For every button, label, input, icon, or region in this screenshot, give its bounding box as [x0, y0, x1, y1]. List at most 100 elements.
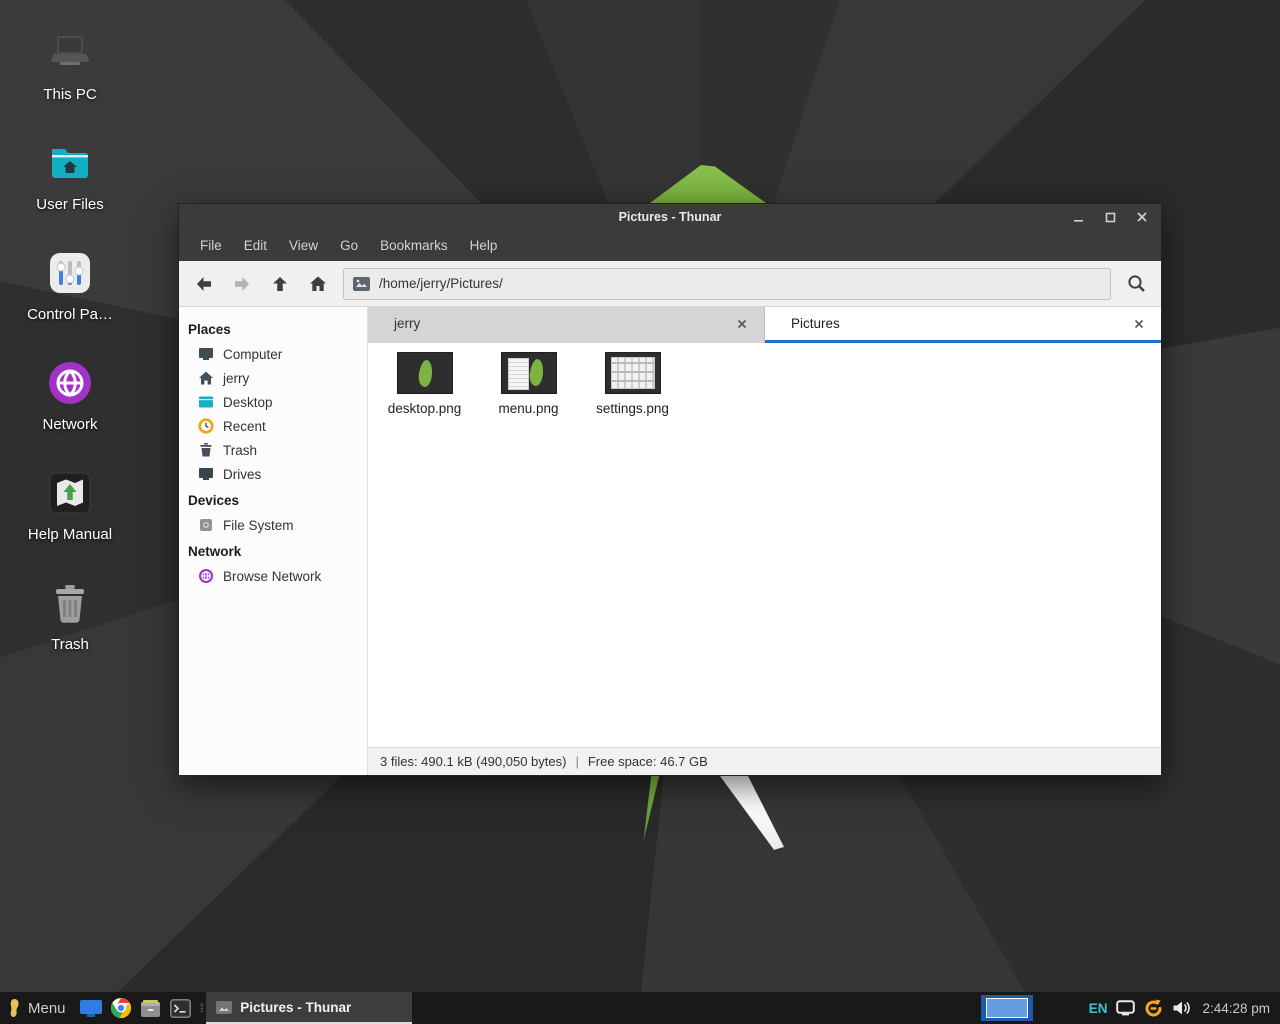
image-icon: [353, 277, 370, 291]
search-button[interactable]: [1117, 267, 1155, 301]
places-header: Places: [179, 315, 367, 342]
volume-icon[interactable]: [1172, 1000, 1190, 1016]
file-thumbnail: [605, 352, 661, 394]
desktop-icon-label: Help Manual: [14, 526, 126, 543]
forward-button[interactable]: [223, 267, 261, 301]
places-sidebar: Places Computer jerry Desktop Recent: [179, 307, 368, 775]
sidebar-item-label: Trash: [223, 443, 257, 458]
sidebar-item-recent[interactable]: Recent: [179, 414, 367, 438]
network-header: Network: [179, 537, 367, 564]
wallpaper-leaf-stem: [700, 776, 800, 918]
tab-pictures[interactable]: Pictures: [765, 307, 1161, 343]
desktop-icon-label: Network: [14, 416, 126, 433]
menu-edit[interactable]: Edit: [233, 233, 278, 258]
keyboard-layout-indicator[interactable]: EN: [1089, 1001, 1108, 1016]
browser-launcher[interactable]: [106, 992, 136, 1024]
back-button[interactable]: [185, 267, 223, 301]
path-bar[interactable]: /home/jerry/Pictures/: [343, 268, 1111, 300]
wallpaper-leaf-tip: [650, 165, 766, 203]
home-button[interactable]: [299, 267, 337, 301]
tasklist-handle: ⁞⁞: [196, 1001, 207, 1015]
file-thumbnail: [397, 352, 453, 394]
desktop-icon-control-panel[interactable]: Control Pa…: [14, 246, 126, 323]
status-bar: 3 files: 490.1 kB (490,050 bytes) | Free…: [368, 747, 1161, 775]
file-menu-png[interactable]: menu.png: [478, 352, 579, 416]
network-globe-icon: [14, 356, 126, 410]
sidebar-item-label: Computer: [223, 347, 282, 362]
tab-close-icon[interactable]: [733, 315, 751, 333]
tab-jerry[interactable]: jerry: [368, 307, 765, 343]
menu-bookmarks[interactable]: Bookmarks: [369, 233, 459, 258]
menu-file[interactable]: File: [189, 233, 233, 258]
task-button-thunar[interactable]: Pictures - Thunar: [206, 992, 412, 1024]
desktop-icon-user-files[interactable]: User Files: [14, 136, 126, 213]
title-bar[interactable]: Pictures - Thunar: [179, 204, 1161, 230]
sidebar-item-trash[interactable]: Trash: [179, 438, 367, 462]
sidebar-item-label: Recent: [223, 419, 266, 434]
display-blue-icon: [80, 1000, 102, 1017]
file-desktop-png[interactable]: desktop.png: [374, 352, 475, 416]
free-space: Free space: 46.7 GB: [588, 754, 708, 769]
sidebar-item-label: Drives: [223, 467, 261, 482]
window-title: Pictures - Thunar: [179, 210, 1161, 224]
display-tray-icon[interactable]: [1116, 1000, 1135, 1016]
browse-network-icon: [198, 568, 214, 584]
workspace-window-preview: [986, 998, 1028, 1018]
show-desktop-launcher[interactable]: [76, 992, 106, 1024]
menu-help[interactable]: Help: [459, 233, 509, 258]
path-text: /home/jerry/Pictures/: [379, 276, 503, 291]
computer-icon: [14, 26, 126, 80]
sidebar-item-browse-network[interactable]: Browse Network: [179, 564, 367, 588]
menu-button-label: Menu: [28, 1000, 66, 1017]
tab-close-icon[interactable]: [1130, 315, 1148, 333]
chrome-icon: [111, 998, 131, 1018]
desktop-icon-this-pc[interactable]: This PC: [14, 26, 126, 103]
sidebar-item-jerry[interactable]: jerry: [179, 366, 367, 390]
up-button[interactable]: [261, 267, 299, 301]
sidebar-item-label: Browse Network: [223, 569, 321, 584]
menu-view[interactable]: View: [278, 233, 329, 258]
file-name: desktop.png: [374, 401, 475, 416]
desktop-icon-help-manual[interactable]: Help Manual: [14, 466, 126, 543]
tab-bar: jerry Pictures: [368, 307, 1161, 343]
workspace-switcher[interactable]: [981, 995, 1033, 1021]
computer-icon: [198, 346, 214, 362]
mint-menu-icon: [8, 998, 21, 1018]
task-button-label: Pictures - Thunar: [240, 1000, 351, 1015]
file-cabinet-icon: [140, 999, 161, 1018]
clock[interactable]: 2:44:28 pm: [1202, 1001, 1270, 1016]
file-settings-png[interactable]: settings.png: [582, 352, 683, 416]
user-files-folder-icon: [14, 136, 126, 190]
desktop-icon-network[interactable]: Network: [14, 356, 126, 433]
sidebar-item-file-system[interactable]: File System: [179, 513, 367, 537]
file-thumbnail: [501, 352, 557, 394]
taskbar-panel: Menu ⁞⁞ Pictures - Thunar EN: [0, 992, 1280, 1024]
menu-bar: File Edit View Go Bookmarks Help: [179, 230, 1161, 261]
drives-icon: [198, 466, 214, 482]
status-separator: |: [575, 754, 578, 769]
desktop: This PC User Files Control Pa… Network H…: [0, 0, 1280, 1024]
terminal-icon: [170, 999, 191, 1018]
update-manager-icon[interactable]: [1143, 998, 1164, 1019]
file-view[interactable]: desktop.png menu.png settings.png: [368, 343, 1161, 747]
terminal-launcher[interactable]: [166, 992, 196, 1024]
sidebar-item-desktop[interactable]: Desktop: [179, 390, 367, 414]
home-icon: [198, 370, 214, 386]
sidebar-item-computer[interactable]: Computer: [179, 342, 367, 366]
toolbar: /home/jerry/Pictures/: [179, 261, 1161, 307]
desktop-icon-trash[interactable]: Trash: [14, 576, 126, 653]
tab-label: Pictures: [791, 316, 1130, 331]
sidebar-item-drives[interactable]: Drives: [179, 462, 367, 486]
tab-label: jerry: [394, 316, 733, 331]
maximize-button[interactable]: [1099, 208, 1121, 226]
task-window-icon: [216, 1001, 232, 1014]
devices-header: Devices: [179, 486, 367, 513]
minimize-button[interactable]: [1067, 208, 1089, 226]
help-manual-icon: [14, 466, 126, 520]
menu-button[interactable]: Menu: [0, 992, 76, 1024]
close-button[interactable]: [1131, 208, 1153, 226]
menu-go[interactable]: Go: [329, 233, 369, 258]
wallpaper-leaf-edge: [642, 776, 664, 842]
files-summary: 3 files: 490.1 kB (490,050 bytes): [380, 754, 566, 769]
file-manager-launcher[interactable]: [136, 992, 166, 1024]
